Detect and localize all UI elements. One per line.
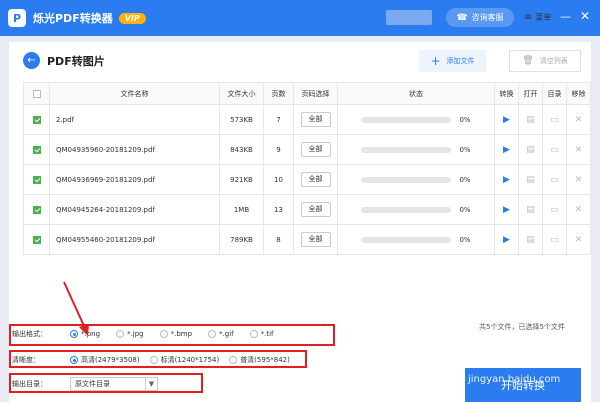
convert-play-icon[interactable]: ▶ <box>503 145 510 155</box>
col-header-open: 打开 <box>518 82 543 105</box>
watermark-url: jingyan.baidu.com <box>468 374 561 385</box>
progress-percent: 0% <box>459 115 471 124</box>
hamburger-icon: ≡ <box>524 12 533 23</box>
remove-icon[interactable]: ✕ <box>575 145 583 155</box>
file-table: 文件名称 文件大小 页数 页码选择 状态 转换 打开 目录 移除 2.pdf 5… <box>23 82 591 255</box>
col-header-range: 页码选择 <box>293 82 338 105</box>
progress-percent: 0% <box>459 205 471 214</box>
close-window-button[interactable]: ✕ <box>580 9 590 23</box>
app-title: 烁光PDF转换器 <box>33 12 113 25</box>
select-all-checkbox[interactable] <box>32 89 41 98</box>
table-row: QM04945264-20181209.pdf 1MB 13 全部 0% ▶ ▤… <box>23 194 591 225</box>
remove-icon[interactable]: ✕ <box>575 115 583 125</box>
minimize-button[interactable]: — <box>560 10 571 23</box>
file-summary: 共5个文件，已选择5个文件 <box>479 323 565 331</box>
annotation-box-format <box>9 324 335 346</box>
account-avatar[interactable] <box>386 10 432 25</box>
progress-bar <box>361 236 452 243</box>
annotation-box-outdir <box>9 373 203 393</box>
file-name: QM04955460-20181209.pdf <box>49 224 220 255</box>
file-name: QM04935960-20181209.pdf <box>49 134 220 165</box>
remove-icon[interactable]: ✕ <box>575 175 583 185</box>
page-range-button[interactable]: 全部 <box>300 232 331 247</box>
page-range-button[interactable]: 全部 <box>300 112 331 127</box>
customer-service-label: 咨询客服 <box>471 13 504 22</box>
annotation-box-clarity <box>9 350 307 368</box>
remove-icon[interactable]: ✕ <box>575 205 583 215</box>
file-name: 2.pdf <box>49 104 220 135</box>
row-checkbox[interactable] <box>32 175 41 184</box>
open-file-icon[interactable]: ▤ <box>526 175 535 185</box>
col-header-folder: 目录 <box>542 82 567 105</box>
page-count: 10 <box>263 164 294 195</box>
progress-percent: 0% <box>459 145 471 154</box>
watermark-logo: Baidu经验 <box>474 346 586 370</box>
progress-bar <box>361 146 452 153</box>
progress-bar <box>361 116 452 123</box>
row-checkbox[interactable] <box>32 115 41 124</box>
file-size: 789KB <box>219 224 264 255</box>
table-row: QM04936969-20181209.pdf 921KB 10 全部 0% ▶… <box>23 164 591 195</box>
page-range-button[interactable]: 全部 <box>300 172 331 187</box>
open-file-icon[interactable]: ▤ <box>526 145 535 155</box>
progress-percent: 0% <box>459 175 471 184</box>
app-logo-icon: P <box>8 9 26 27</box>
back-button[interactable]: ← <box>23 52 40 69</box>
open-file-icon[interactable]: ▤ <box>526 235 535 245</box>
page-range-button[interactable]: 全部 <box>300 142 331 157</box>
file-size: 1MB <box>219 194 264 225</box>
page-title: PDF转图片 <box>47 55 105 68</box>
menu-label: 菜单 <box>535 13 552 22</box>
file-size: 843KB <box>219 134 264 165</box>
folder-icon[interactable]: ▭ <box>550 115 559 125</box>
table-row: 2.pdf 573KB 7 全部 0% ▶ ▤ ▭ ✕ <box>23 104 591 135</box>
page-range-button[interactable]: 全部 <box>300 202 331 217</box>
convert-play-icon[interactable]: ▶ <box>503 175 510 185</box>
row-checkbox[interactable] <box>32 235 41 244</box>
convert-play-icon[interactable]: ▶ <box>503 235 510 245</box>
table-row: QM04955460-20181209.pdf 789KB 8 全部 0% ▶ … <box>23 224 591 255</box>
page-count: 8 <box>263 224 294 255</box>
col-header-status: 状态 <box>337 82 495 105</box>
customer-service-button[interactable]: ☎ 咨询客服 <box>446 8 514 27</box>
col-header-remove: 移除 <box>566 82 591 105</box>
page-count: 13 <box>263 194 294 225</box>
open-file-icon[interactable]: ▤ <box>526 205 535 215</box>
file-name: QM04936969-20181209.pdf <box>49 164 220 195</box>
row-checkbox[interactable] <box>32 145 41 154</box>
progress-bar <box>361 176 452 183</box>
col-header-convert: 转换 <box>494 82 519 105</box>
convert-play-icon[interactable]: ▶ <box>503 205 510 215</box>
clear-list-button[interactable]: 🗑 清空列表 <box>509 50 581 72</box>
page-count: 7 <box>263 104 294 135</box>
progress-percent: 0% <box>459 235 471 244</box>
headset-icon: ☎ <box>456 12 468 23</box>
open-file-icon[interactable]: ▤ <box>526 115 535 125</box>
select-all-cell <box>23 82 50 105</box>
add-file-label: 添加文件 <box>446 57 475 65</box>
folder-icon[interactable]: ▭ <box>550 205 559 215</box>
add-file-button[interactable]: + 添加文件 <box>419 50 486 72</box>
folder-icon[interactable]: ▭ <box>550 145 559 155</box>
table-header: 文件名称 文件大小 页数 页码选择 状态 转换 打开 目录 移除 <box>23 82 591 105</box>
folder-icon[interactable]: ▭ <box>550 175 559 185</box>
menu-button[interactable]: ≡ 菜单 <box>524 12 551 23</box>
convert-play-icon[interactable]: ▶ <box>503 115 510 125</box>
trash-icon: 🗑 <box>522 56 534 66</box>
folder-icon[interactable]: ▭ <box>550 235 559 245</box>
page-count: 9 <box>263 134 294 165</box>
vip-badge[interactable]: VIP <box>118 12 146 24</box>
col-header-pages: 页数 <box>263 82 294 105</box>
remove-icon[interactable]: ✕ <box>575 235 583 245</box>
clear-list-label: 清空列表 <box>539 57 568 65</box>
file-size: 573KB <box>219 104 264 135</box>
row-checkbox[interactable] <box>32 205 41 214</box>
table-row: QM04935960-20181209.pdf 843KB 9 全部 0% ▶ … <box>23 134 591 165</box>
col-header-name: 文件名称 <box>49 82 220 105</box>
plus-icon: + <box>430 54 441 68</box>
progress-bar <box>361 206 452 213</box>
file-size: 921KB <box>219 164 264 195</box>
col-header-size: 文件大小 <box>219 82 264 105</box>
file-name: QM04945264-20181209.pdf <box>49 194 220 225</box>
